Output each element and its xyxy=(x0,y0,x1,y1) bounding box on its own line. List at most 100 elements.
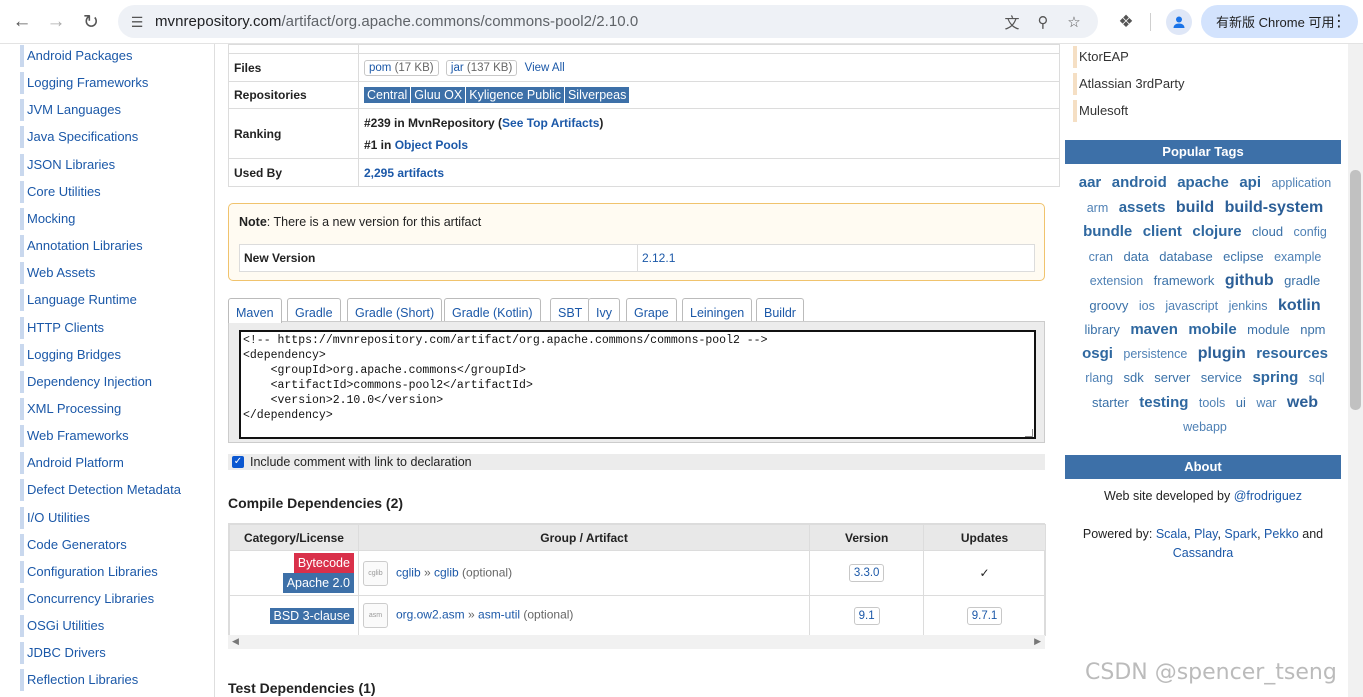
tab-buildr[interactable]: Buildr xyxy=(756,298,804,322)
tag-ui[interactable]: ui xyxy=(1236,391,1246,415)
sidebar-item-mocking[interactable]: Mocking xyxy=(20,207,86,230)
back-button[interactable]: ← xyxy=(8,8,36,36)
tag-bundle[interactable]: bundle xyxy=(1083,220,1132,244)
tag-arm[interactable]: arm xyxy=(1087,197,1109,221)
object-pools-link[interactable]: Object Pools xyxy=(395,138,468,152)
scala-link[interactable]: Scala xyxy=(1156,527,1187,541)
license-badge[interactable]: BSD 3-clause xyxy=(269,607,354,624)
sidebar-item-core-utilities[interactable]: Core Utilities xyxy=(20,180,111,203)
cassandra-link[interactable]: Cassandra xyxy=(1173,546,1233,560)
sidebar-item-json-libraries[interactable]: JSON Libraries xyxy=(20,153,126,176)
tab-maven[interactable]: Maven xyxy=(228,298,282,323)
repo-item-ktoreap[interactable]: KtorEAP xyxy=(1073,46,1129,68)
play-link[interactable]: Play xyxy=(1194,527,1217,541)
license-badge[interactable]: Apache 2.0 xyxy=(282,573,354,593)
tag-kotlin[interactable]: kotlin xyxy=(1278,294,1321,318)
sidebar-item-defect-detection-metadata[interactable]: Defect Detection Metadata xyxy=(20,479,191,502)
url-text[interactable]: mvnrepository.com/artifact/org.apache.co… xyxy=(155,13,638,30)
tab-sbt[interactable]: SBT xyxy=(550,298,591,322)
repo-item-atlassian[interactable]: Atlassian 3rdParty xyxy=(1073,73,1185,95)
tag-api[interactable]: api xyxy=(1239,171,1261,195)
sidebar-item-logging-bridges[interactable]: Logging Bridges xyxy=(20,343,131,366)
artifact-link[interactable]: asm-util xyxy=(478,608,520,622)
bookmark-star-icon[interactable]: ☆ xyxy=(1062,10,1086,34)
tag-mobile[interactable]: mobile xyxy=(1188,318,1236,342)
tag-build[interactable]: build xyxy=(1176,196,1214,220)
tag-web[interactable]: web xyxy=(1287,391,1318,415)
chrome-update-button[interactable]: 有新版 Chrome 可用 ⋮ xyxy=(1201,5,1358,38)
view-all-link[interactable]: View All xyxy=(525,62,565,74)
sidebar-item-xml-processing[interactable]: XML Processing xyxy=(20,397,132,420)
version-link[interactable]: 3.3.0 xyxy=(848,564,885,582)
author-link[interactable]: @frodriguez xyxy=(1234,489,1302,503)
sidebar-item-jdbc-drivers[interactable]: JDBC Drivers xyxy=(20,642,116,665)
tag-starter[interactable]: starter xyxy=(1092,391,1129,415)
group-link[interactable]: org.ow2.asm xyxy=(396,608,465,622)
version-link[interactable]: 9.1 xyxy=(853,606,880,625)
tag-cran[interactable]: cran xyxy=(1089,246,1113,270)
tag-osgi[interactable]: osgi xyxy=(1082,342,1113,366)
sidebar-item-logging-frameworks[interactable]: Logging Frameworks xyxy=(20,72,159,95)
sidebar-item-i-o-utilities[interactable]: I/O Utilities xyxy=(20,506,100,529)
tag-clojure[interactable]: clojure xyxy=(1192,220,1241,244)
sidebar-item-reflection-libraries[interactable]: Reflection Libraries xyxy=(20,669,149,692)
scrollbar-thumb[interactable] xyxy=(1350,170,1361,410)
tag-build-system[interactable]: build-system xyxy=(1225,196,1324,220)
tag-plugin[interactable]: plugin xyxy=(1198,342,1246,366)
tab-ivy[interactable]: Ivy xyxy=(588,298,620,322)
tag-extension[interactable]: extension xyxy=(1090,270,1144,294)
spark-link[interactable]: Spark xyxy=(1224,527,1257,541)
sidebar-item-jvm-languages[interactable]: JVM Languages xyxy=(20,99,131,122)
sidebar-item-web-frameworks[interactable]: Web Frameworks xyxy=(20,425,139,448)
tag-client[interactable]: client xyxy=(1143,220,1182,244)
jar-file-link[interactable]: jar (137 KB) xyxy=(445,59,518,76)
more-menu-icon[interactable]: ⋮ xyxy=(1331,11,1347,31)
repo-badge-kyligence-public[interactable]: Kyligence Public xyxy=(466,87,564,103)
tag-npm[interactable]: npm xyxy=(1300,318,1325,342)
tag-framework[interactable]: framework xyxy=(1154,269,1215,293)
sidebar-item-dependency-injection[interactable]: Dependency Injection xyxy=(20,370,163,393)
address-bar[interactable]: ☰ mvnrepository.com/artifact/org.apache.… xyxy=(118,5,1098,38)
top-artifacts-link[interactable]: See Top Artifacts xyxy=(502,116,599,130)
sidebar-item-concurrency-libraries[interactable]: Concurrency Libraries xyxy=(20,588,165,610)
tag-cloud[interactable]: cloud xyxy=(1252,220,1283,244)
resize-grip-icon[interactable] xyxy=(1025,429,1033,437)
tag-application[interactable]: application xyxy=(1271,172,1331,196)
sidebar-item-code-generators[interactable]: Code Generators xyxy=(20,533,137,556)
tag-example[interactable]: example xyxy=(1274,246,1321,270)
forward-button[interactable]: → xyxy=(42,8,70,36)
sidebar-item-java-specifications[interactable]: Java Specifications xyxy=(20,126,149,149)
tag-groovy[interactable]: groovy xyxy=(1089,294,1128,318)
scroll-left-icon[interactable]: ◀ xyxy=(232,636,239,647)
tag-database[interactable]: database xyxy=(1159,245,1213,269)
tag-eclipse[interactable]: eclipse xyxy=(1223,245,1263,269)
sidebar-item-configuration-libraries[interactable]: Configuration Libraries xyxy=(20,560,168,583)
category-badge[interactable]: Bytecode xyxy=(293,553,354,573)
tag-aar[interactable]: aar xyxy=(1079,171,1102,195)
include-comment-checkbox[interactable]: ✓ xyxy=(232,456,244,468)
vertical-scrollbar[interactable] xyxy=(1348,44,1363,697)
tag-resources[interactable]: resources xyxy=(1256,342,1328,366)
used-by-link[interactable]: 2,295 artifacts xyxy=(364,166,444,180)
tag-apache[interactable]: apache xyxy=(1177,171,1229,195)
tag-server[interactable]: server xyxy=(1154,366,1190,390)
pom-file-link[interactable]: pom (17 KB) xyxy=(364,59,439,76)
tab-leiningen[interactable]: Leiningen xyxy=(682,298,753,322)
tag-android[interactable]: android xyxy=(1112,171,1167,195)
tab-gradle[interactable]: Gradle xyxy=(287,298,341,322)
tag-persistence[interactable]: persistence xyxy=(1123,343,1187,367)
sidebar-item-android-platform[interactable]: Android Platform xyxy=(20,452,134,475)
profile-avatar-icon[interactable] xyxy=(1166,9,1192,35)
tag-config[interactable]: config xyxy=(1294,221,1327,245)
tag-library[interactable]: library xyxy=(1084,318,1119,342)
repo-badge-gluu-ox[interactable]: Gluu OX xyxy=(411,87,466,103)
sidebar-item-http-clients[interactable]: HTTP Clients xyxy=(20,316,115,339)
repo-badge-central[interactable]: Central xyxy=(364,87,411,103)
group-link[interactable]: cglib xyxy=(396,565,421,579)
tag-assets[interactable]: assets xyxy=(1119,196,1166,220)
update-version-link[interactable]: 9.7.1 xyxy=(966,606,1003,625)
sidebar-item-web-assets[interactable]: Web Assets xyxy=(20,262,106,285)
tab-grape[interactable]: Grape xyxy=(626,298,677,322)
repo-item-mulesoft[interactable]: Mulesoft xyxy=(1073,100,1128,122)
tag-ios[interactable]: ios xyxy=(1139,295,1155,319)
